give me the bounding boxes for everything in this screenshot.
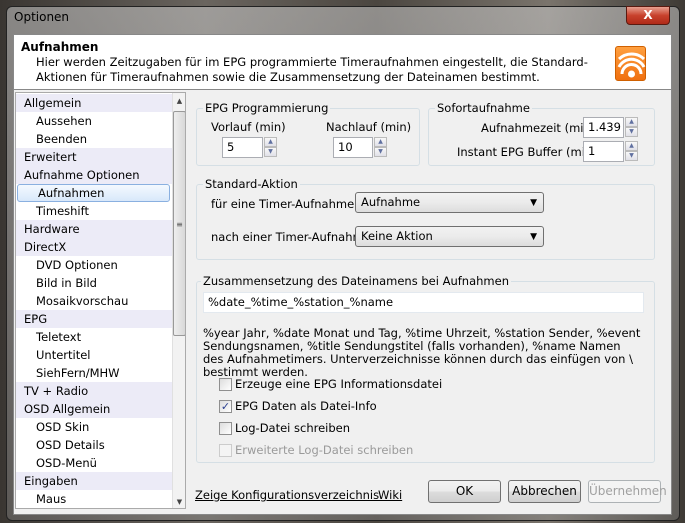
checkbox-label[interactable]: Erzeuge eine EPG Informationsdatei — [235, 377, 442, 391]
sidebar-item[interactable]: OSD Allgemein — [16, 400, 172, 418]
wiki-link[interactable]: Wiki — [378, 488, 402, 502]
sidebar-item[interactable]: Untertitel — [16, 346, 172, 364]
fuer-timer-label: für eine Timer-Aufnahme — [211, 197, 355, 211]
spin-down-icon[interactable]: ▼ — [625, 127, 638, 137]
sidebar-item[interactable]: Aufnahme Optionen — [16, 166, 172, 184]
buffer-input[interactable]: 1 — [583, 141, 624, 162]
sidebar-item[interactable]: Timeshift — [16, 202, 172, 220]
vorlauf-label: Vorlauf (min) — [211, 120, 286, 134]
checkbox-label[interactable]: Erweiterte Log-Datei schreiben — [235, 443, 413, 457]
apply-button[interactable]: Übernehmen — [588, 480, 667, 503]
group-title: Sofortaufnahme — [435, 101, 532, 115]
spin-down-icon[interactable]: ▼ — [625, 151, 638, 161]
sidebar-item[interactable]: Eingaben — [16, 472, 172, 490]
sidebar-item[interactable]: OSD Skin — [16, 418, 172, 436]
page-title: Aufnahmen — [21, 40, 99, 54]
checkbox[interactable] — [219, 378, 232, 391]
spin-up-icon[interactable]: ▲ — [625, 117, 638, 127]
group-title: Standard-Aktion — [203, 177, 300, 191]
nachlauf-label: Nachlauf (min) — [326, 120, 412, 134]
page-description: Hier werden Zeitzugaben für im EPG progr… — [36, 55, 588, 84]
sidebar-item[interactable]: SiehFern/MHW — [16, 364, 172, 382]
checkbox-label[interactable]: Log-Datei schreiben — [235, 421, 350, 435]
aufnahmezeit-input[interactable]: 1.439 — [583, 117, 624, 138]
checkbox-label[interactable]: EPG Daten als Datei-Info — [235, 399, 377, 413]
spin-down-icon[interactable]: ▼ — [264, 147, 277, 157]
window-title: Optionen — [14, 10, 70, 24]
spin-down-icon[interactable]: ▼ — [374, 147, 387, 157]
checkbox[interactable] — [219, 422, 232, 435]
spin-up-icon[interactable]: ▲ — [374, 137, 387, 147]
checkbox[interactable]: ✓ — [219, 400, 232, 413]
options-tree[interactable]: Allgemein Aussehen Beenden Erweitert Aufnahm… — [15, 92, 186, 509]
sidebar-item[interactable]: Aussehen — [16, 112, 172, 130]
sidebar-item[interactable]: Allgemein — [16, 94, 172, 112]
sidebar-item[interactable]: OSD-Menü — [16, 454, 172, 472]
aufnahmezeit-spinner[interactable]: ▲ ▼ — [625, 117, 638, 138]
sidebar-item[interactable]: Erweitert — [16, 148, 172, 166]
show-config-dir-link[interactable]: Zeige Konfigurationsverzeichnis — [195, 488, 379, 502]
spin-up-icon[interactable]: ▲ — [264, 137, 277, 147]
app-logo-icon — [615, 46, 646, 81]
sidebar-item[interactable]: Bild in Bild — [16, 274, 172, 292]
select-value: Aufnahme — [361, 195, 421, 209]
sidebar-item[interactable]: DirectX — [16, 238, 172, 256]
chevron-down-icon: ▼ — [530, 198, 537, 208]
sidebar-item[interactable]: Aufnahmen — [17, 184, 170, 202]
sidebar-item[interactable]: DVD Optionen — [16, 256, 172, 274]
cancel-button[interactable]: Abbrechen — [508, 480, 581, 503]
filename-help-text: %year Jahr, %date Monat und Tag, %time U… — [203, 326, 641, 379]
ok-button[interactable]: OK — [428, 480, 501, 503]
sidebar-item[interactable]: Beenden — [16, 130, 172, 148]
spin-up-icon[interactable]: ▲ — [625, 141, 638, 151]
filename-pattern-input[interactable]: %date_%time_%station_%name — [203, 292, 644, 313]
nach-timer-label: nach einer Timer-Aufnahme — [211, 230, 371, 244]
chevron-down-icon: ▼ — [530, 232, 537, 242]
scroll-up-icon[interactable]: ▲ — [172, 93, 185, 109]
vorlauf-spinner[interactable]: ▲ ▼ — [264, 137, 277, 158]
sidebar-item[interactable]: Maus — [16, 490, 172, 508]
sidebar-item[interactable]: Hardware — [16, 220, 172, 238]
fuer-timer-select[interactable]: Aufnahme ▼ — [355, 192, 544, 213]
sidebar-item[interactable]: OSD Details — [16, 436, 172, 454]
nach-timer-select[interactable]: Keine Aktion ▼ — [355, 226, 544, 247]
nachlauf-spinner[interactable]: ▲ ▼ — [374, 137, 387, 158]
sidebar-item[interactable]: TV + Radio — [16, 382, 172, 400]
select-value: Keine Aktion — [361, 229, 433, 243]
sidebar-item[interactable]: EPG — [16, 310, 172, 328]
sidebar-item[interactable]: Teletext — [16, 328, 172, 346]
checkbox[interactable] — [219, 444, 232, 457]
scrollbar-thumb[interactable]: ≡ — [173, 111, 185, 336]
sidebar-item[interactable]: Mosaikvorschau — [16, 292, 172, 310]
scroll-down-icon[interactable]: ▼ — [172, 494, 185, 508]
group-title: Zusammensetzung des Dateinamens bei Aufn… — [201, 274, 511, 288]
nachlauf-input[interactable]: 10 — [333, 137, 373, 158]
group-title: EPG Programmierung — [203, 101, 331, 115]
buffer-spinner[interactable]: ▲ ▼ — [625, 141, 638, 162]
close-button[interactable]: X — [626, 6, 670, 25]
vorlauf-input[interactable]: 5 — [222, 137, 263, 158]
buffer-label: Instant EPG Buffer (min) — [457, 145, 597, 159]
page-header: Aufnahmen Hier werden Zeitzugaben für im… — [13, 34, 672, 90]
aufnahmezeit-label: Aufnahmezeit (min) — [481, 121, 596, 135]
